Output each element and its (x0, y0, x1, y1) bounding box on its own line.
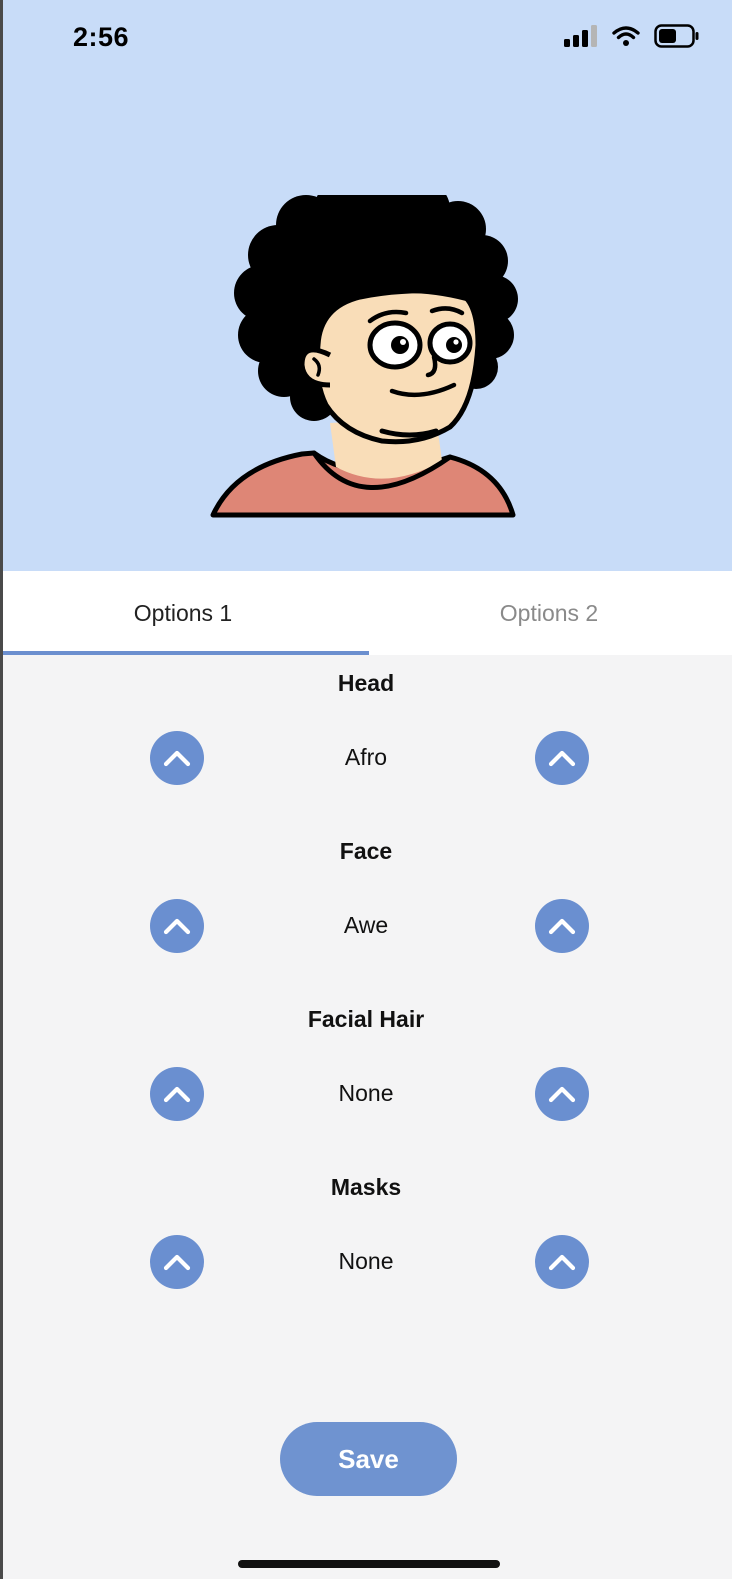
option-title-masks: Masks (330, 1174, 402, 1200)
avatar-illustration (210, 175, 520, 520)
status-icons (564, 24, 700, 48)
cellular-signal-icon (564, 25, 597, 47)
option-row-masks: None (0, 1235, 732, 1291)
head-next-button[interactable] (535, 731, 589, 785)
avatar-preview-area: 2:56 (0, 0, 732, 571)
chevron-up-icon (548, 750, 576, 767)
option-value-head: Afro (344, 744, 388, 770)
save-button[interactable]: Save (280, 1422, 457, 1496)
option-row-head: Afro (0, 731, 732, 787)
battery-icon (654, 24, 699, 48)
status-time: 2:56 (73, 22, 130, 52)
option-value-masks: None (338, 1248, 394, 1274)
option-title-facial-hair: Facial Hair (307, 1006, 425, 1032)
option-row-facial-hair: None (0, 1067, 732, 1123)
option-title-head: Head (337, 670, 395, 696)
tab-options-2[interactable]: Options 2 (366, 571, 732, 655)
status-bar: 2:56 (0, 0, 732, 80)
option-row-face: Awe (0, 899, 732, 955)
chevron-up-icon (548, 1086, 576, 1103)
face-next-button[interactable] (535, 899, 589, 953)
wifi-icon (612, 26, 640, 46)
option-value-facial-hair: None (338, 1080, 394, 1106)
home-indicator[interactable] (238, 1560, 500, 1568)
facial-hair-next-button[interactable] (535, 1067, 589, 1121)
option-value-face: Awe (343, 912, 389, 938)
options-tab-bar: Options 1 Options 2 (0, 571, 732, 655)
option-title-face: Face (339, 838, 393, 864)
masks-next-button[interactable] (535, 1235, 589, 1289)
avatar-image (210, 175, 518, 518)
chevron-up-icon (548, 1254, 576, 1271)
window-edge (0, 0, 3, 1579)
chevron-up-icon (548, 918, 576, 935)
tab-options-1[interactable]: Options 1 (0, 571, 366, 655)
active-tab-indicator (3, 651, 369, 655)
